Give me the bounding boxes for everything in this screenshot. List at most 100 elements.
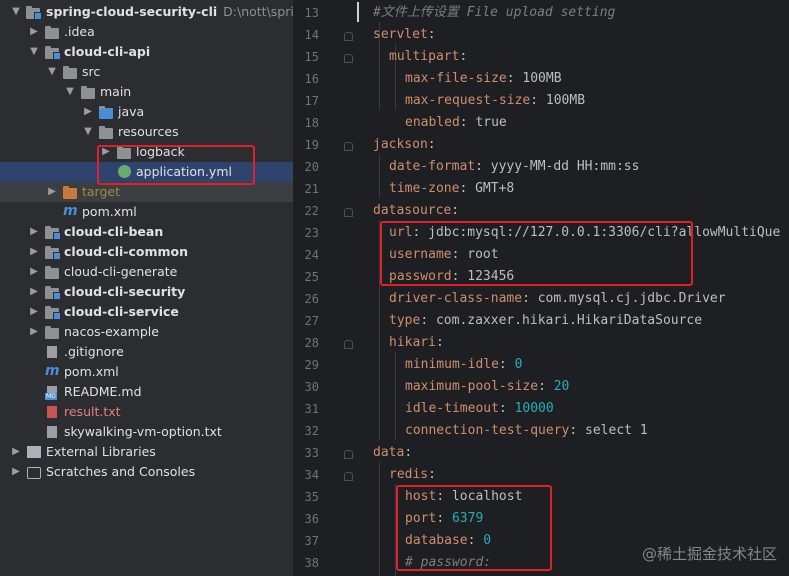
folder-icon xyxy=(63,64,79,80)
chevron-right-icon[interactable]: ▶ xyxy=(28,325,40,339)
chevron-right-icon[interactable]: ▶ xyxy=(28,305,40,319)
fold-marker-icon[interactable] xyxy=(344,450,353,459)
yaml-key: max-request-size xyxy=(405,93,531,108)
tree-item-main[interactable]: ▼ main xyxy=(0,82,293,102)
module-folder-icon xyxy=(45,304,61,320)
yaml-number: 20 xyxy=(553,379,570,394)
chevron-right-icon[interactable]: ▶ xyxy=(82,105,94,119)
tree-item-cloud-cli-service[interactable]: ▶ cloud-cli-service xyxy=(0,302,293,322)
fold-marker-icon[interactable] xyxy=(344,472,353,481)
yaml-key: redis xyxy=(389,467,429,482)
project-path: D:\nott\spring-c xyxy=(223,4,293,19)
scratches-icon xyxy=(27,464,43,480)
tree-item-result-txt[interactable]: result.txt xyxy=(0,402,293,422)
code-line[interactable]: data: xyxy=(373,442,412,464)
code-line[interactable]: max-request-size: 100MB xyxy=(405,90,585,112)
tree-item-cloud-cli-bean[interactable]: ▶ cloud-cli-bean xyxy=(0,222,293,242)
chevron-down-icon[interactable]: ▼ xyxy=(28,45,40,59)
fold-marker-icon[interactable] xyxy=(344,340,353,349)
yaml-key: jackson xyxy=(373,137,428,152)
chevron-down-icon[interactable]: ▼ xyxy=(46,65,58,79)
source-folder-icon xyxy=(99,104,115,120)
code-line[interactable]: redis: xyxy=(389,464,436,486)
line-number: 15 xyxy=(304,50,319,64)
code-line[interactable]: datasource: xyxy=(373,200,459,222)
chevron-right-icon[interactable]: ▶ xyxy=(28,25,40,39)
tree-item-nacos-example[interactable]: ▶ nacos-example xyxy=(0,322,293,342)
tree-item-skywalking[interactable]: skywalking-vm-option.txt xyxy=(0,422,293,442)
line-number: 13 xyxy=(304,6,319,20)
tree-item-target[interactable]: ▶ target xyxy=(0,182,293,202)
tree-item-external-libraries[interactable]: ▶ External Libraries xyxy=(0,442,293,462)
code-line[interactable]: hikari: xyxy=(389,332,444,354)
code-line[interactable]: multipart: xyxy=(389,46,467,68)
chevron-right-icon[interactable]: ▶ xyxy=(28,265,40,279)
tree-item-gitignore[interactable]: .gitignore xyxy=(0,342,293,362)
tree-item-readme[interactable]: MD README.md xyxy=(0,382,293,402)
tree-item-label: .gitignore xyxy=(64,344,124,359)
line-number: 17 xyxy=(304,94,319,108)
code-line[interactable]: #文件上传设置 File upload setting xyxy=(373,2,615,24)
chevron-right-icon[interactable]: ▶ xyxy=(28,285,40,299)
code-line[interactable]: servlet: xyxy=(373,24,436,46)
fold-marker-icon[interactable] xyxy=(344,54,353,63)
folder-icon xyxy=(45,264,61,280)
code-line[interactable]: time-zone: GMT+8 xyxy=(389,178,514,200)
yaml-key: idle-timeout xyxy=(405,401,499,416)
code-line[interactable]: jackson: xyxy=(373,134,436,156)
tree-item-idea[interactable]: ▶ .idea xyxy=(0,22,293,42)
tree-item-pom-xml[interactable]: m pom.xml xyxy=(0,202,293,222)
code-line[interactable]: connection-test-query: select 1 xyxy=(405,420,648,442)
chevron-right-icon[interactable]: ▶ xyxy=(10,465,22,479)
fold-marker-icon[interactable] xyxy=(344,32,353,41)
yaml-value: : xyxy=(427,137,436,152)
fold-marker-icon[interactable] xyxy=(344,142,353,151)
yaml-value: : xyxy=(435,335,444,350)
tree-item-pom-xml-root[interactable]: m pom.xml xyxy=(0,362,293,382)
line-number: 22 xyxy=(304,204,319,218)
chevron-right-icon[interactable]: ▶ xyxy=(28,225,40,239)
chevron-right-icon[interactable]: ▶ xyxy=(10,445,22,459)
project-name: spring-cloud-security-cli xyxy=(46,4,218,19)
tree-item-cloud-cli-generate[interactable]: ▶ cloud-cli-generate xyxy=(0,262,293,282)
tree-item-resources[interactable]: ▼ resources xyxy=(0,122,293,142)
tree-item-label: main xyxy=(100,84,132,99)
yaml-value: : GMT+8 xyxy=(459,181,515,196)
code-line[interactable]: driver-class-name: com.mysql.cj.jdbc.Dri… xyxy=(389,288,726,310)
yaml-value: : xyxy=(498,401,515,416)
project-tree: ▼ spring-cloud-security-cli D:\nott\sprin… xyxy=(0,0,293,576)
chevron-down-icon[interactable]: ▼ xyxy=(82,125,94,139)
code-line[interactable]: type: com.zaxxer.hikari.HikariDataSource xyxy=(389,310,702,332)
chevron-right-icon[interactable]: ▶ xyxy=(28,245,40,259)
tree-item-cloud-cli-common[interactable]: ▶ cloud-cli-common xyxy=(0,242,293,262)
resources-folder-icon xyxy=(99,124,115,140)
tree-item-src[interactable]: ▼ src xyxy=(0,62,293,82)
tree-item-cloud-cli-security[interactable]: ▶ cloud-cli-security xyxy=(0,282,293,302)
fold-marker-icon[interactable] xyxy=(344,208,353,217)
indent-guide xyxy=(379,154,380,198)
tree-item-scratches[interactable]: ▶ Scratches and Consoles xyxy=(0,462,293,482)
chevron-down-icon[interactable]: ▼ xyxy=(10,5,22,19)
code-line[interactable]: date-format: yyyy-MM-dd HH:mm:ss xyxy=(389,156,639,178)
yaml-number: 10000 xyxy=(514,401,554,416)
tree-item-cloud-cli-api[interactable]: ▼ cloud-cli-api xyxy=(0,42,293,62)
yaml-value: : xyxy=(459,49,468,64)
text-file-icon xyxy=(45,424,61,440)
yaml-value: : true xyxy=(459,115,507,130)
line-number: 27 xyxy=(304,314,319,328)
tree-item-root[interactable]: ▼ spring-cloud-security-cli D:\nott\sprin… xyxy=(0,2,293,22)
code-line[interactable]: enabled: true xyxy=(405,112,507,134)
code-line[interactable]: maximum-pool-size: 20 xyxy=(405,376,569,398)
chevron-down-icon[interactable]: ▼ xyxy=(64,85,76,99)
chevron-right-icon[interactable]: ▶ xyxy=(46,185,58,199)
code-line[interactable]: max-file-size: 100MB xyxy=(405,68,562,90)
code-line[interactable]: minimum-idle: 0 xyxy=(405,354,522,376)
line-number: 29 xyxy=(304,358,319,372)
tree-item-label: cloud-cli-service xyxy=(64,304,179,319)
yaml-value: : xyxy=(498,357,515,372)
code-line[interactable]: idle-timeout: 10000 xyxy=(405,398,554,420)
text-caret xyxy=(357,2,359,22)
yaml-key: multipart xyxy=(389,49,460,64)
module-folder-icon xyxy=(45,224,61,240)
tree-item-java[interactable]: ▶ java xyxy=(0,102,293,122)
